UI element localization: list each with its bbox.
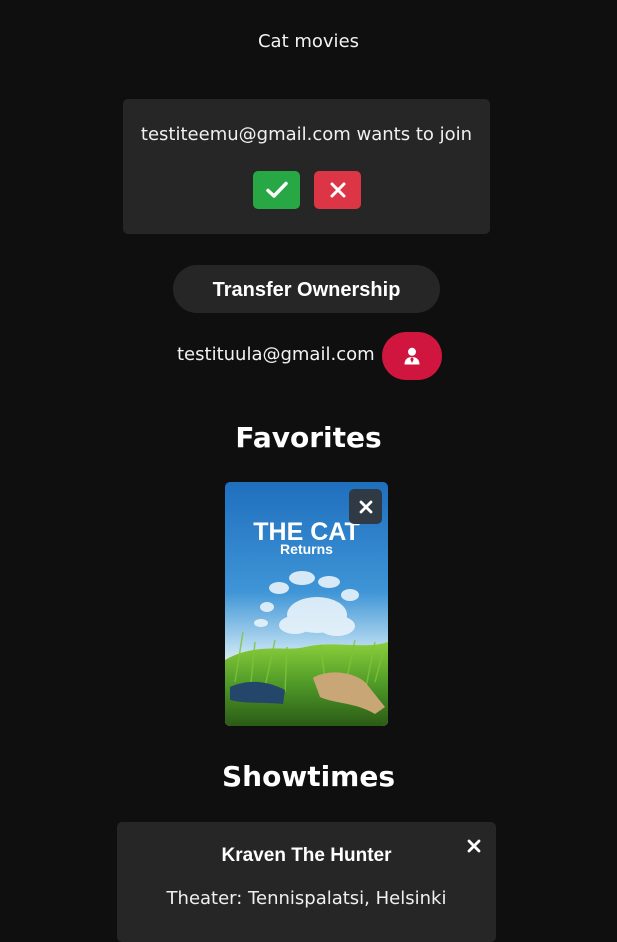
join-request-card: testiteemu@gmail.com wants to join	[123, 99, 490, 234]
group-title: Cat movies	[257, 31, 360, 52]
showtime-card: Kraven The Hunter Theater: Tennispalatsi…	[117, 822, 496, 942]
make-owner-button[interactable]	[382, 332, 442, 380]
favorites-heading: Favorites	[235, 421, 382, 454]
remove-showtime-button[interactable]	[463, 835, 485, 857]
accept-request-button[interactable]	[253, 171, 300, 209]
remove-favorite-button[interactable]	[349, 489, 382, 524]
user-tie-icon	[404, 347, 420, 365]
check-icon	[265, 181, 288, 198]
reject-request-button[interactable]	[314, 171, 361, 209]
poster-subtitle: Returns	[280, 541, 333, 557]
close-icon	[467, 839, 481, 853]
close-icon	[330, 182, 345, 198]
close-icon	[359, 500, 372, 513]
transfer-ownership-button[interactable]: Transfer Ownership	[173, 265, 440, 313]
showtime-movie-title: Kraven The Hunter	[221, 845, 392, 866]
member-email: testituula@gmail.com	[177, 344, 375, 365]
showtime-theater: Theater: Tennispalatsi, Helsinki	[166, 888, 447, 909]
join-request-text: testiteemu@gmail.com wants to join	[140, 124, 473, 145]
showtimes-heading: Showtimes	[221, 760, 396, 793]
